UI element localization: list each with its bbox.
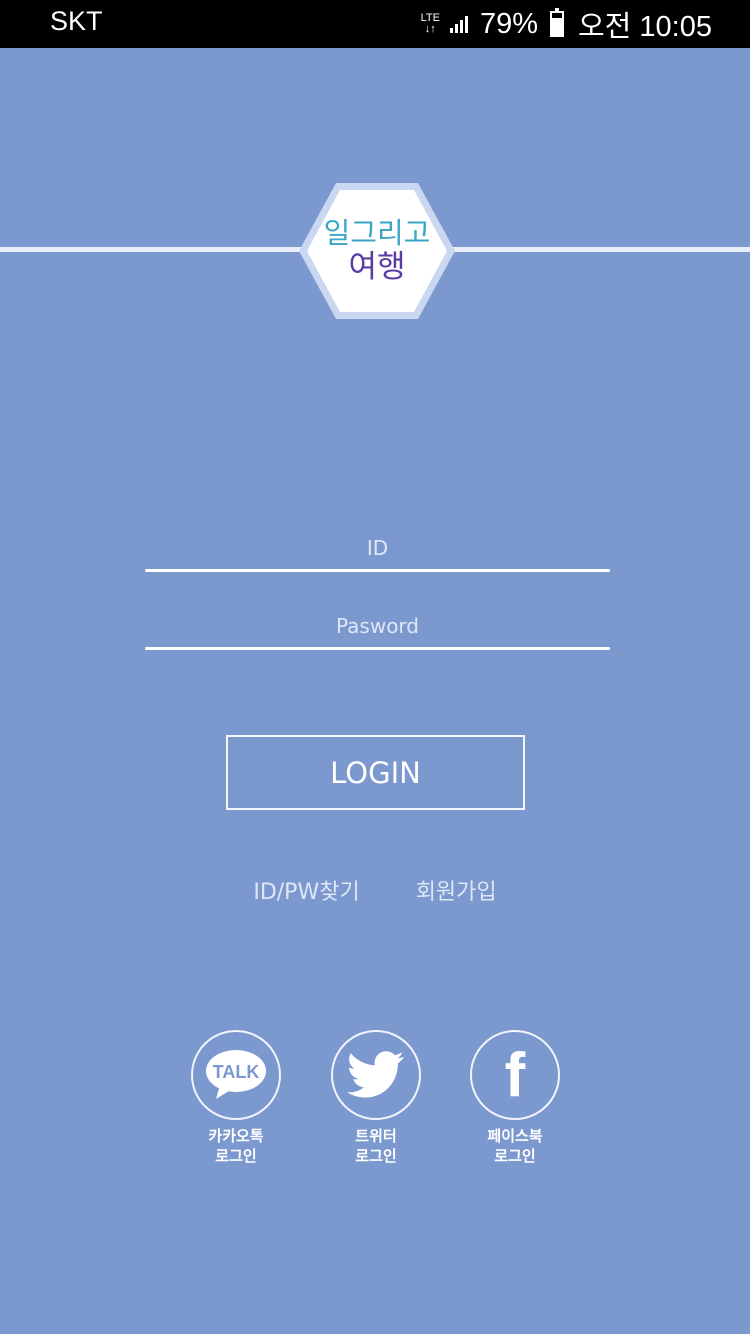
password-input[interactable] [145,611,610,641]
data-arrows-icon: ↓↑ [424,23,436,35]
login-button[interactable]: LOGIN [226,735,525,810]
battery-icon [550,8,564,37]
app-logo: 일그리고 여행 [296,180,458,322]
twitter-login: 트위터 로그인 [329,1030,423,1166]
twitter-label-line2: 로그인 [355,1147,397,1165]
facebook-label-line1: 페이스북 [487,1127,543,1145]
find-id-pw-link[interactable]: ID/PW찾기 [253,874,359,906]
logo-text: 일그리고 여행 [296,180,458,322]
kakaotalk-label-line1: 카카오톡 [208,1127,264,1145]
carrier-name: SKT [50,6,103,36]
logo-line-2: 여행 [348,249,406,285]
battery-fill [552,17,562,35]
twitter-icon [347,1051,404,1098]
facebook-icon: f [505,1044,526,1106]
password-field [145,611,610,650]
battery-percent: 79% [479,7,538,40]
signal-icon [449,15,468,33]
logo-line-1: 일그리고 [323,216,431,250]
facebook-login-button[interactable]: f [470,1030,560,1120]
twitter-login-button[interactable] [331,1030,421,1120]
facebook-login: f 페이스북 로그인 [468,1030,562,1166]
password-underline [145,647,610,650]
id-underline [145,569,610,572]
account-links: ID/PW찾기 회원가입 [0,874,750,906]
clock: 오전 10:05 [578,11,712,43]
id-input[interactable] [145,533,610,563]
facebook-label-line2: 로그인 [494,1147,536,1165]
twitter-label-line1: 트위터 [355,1127,397,1145]
kakaotalk-label: 카카오톡 로그인 [189,1126,283,1166]
kakaotalk-icon-text: TALK [213,1062,260,1082]
id-field [145,533,610,572]
twitter-label: 트위터 로그인 [329,1126,423,1166]
facebook-icon-text: f [505,1044,526,1106]
status-indicators: LTE ↓↑ 79% 오전 10:05 [421,4,712,44]
signup-link[interactable]: 회원가입 [416,874,497,906]
kakaotalk-login: TALK 카카오톡 로그인 [189,1030,283,1166]
kakaotalk-label-line2: 로그인 [215,1147,257,1165]
kakaotalk-icon: TALK [206,1050,266,1099]
facebook-label: 페이스북 로그인 [468,1126,562,1166]
status-bar: SKT LTE ↓↑ 79% 오전 10:05 [0,0,750,48]
lte-icon: LTE ↓↑ [421,13,440,35]
kakaotalk-login-button[interactable]: TALK [191,1030,281,1120]
